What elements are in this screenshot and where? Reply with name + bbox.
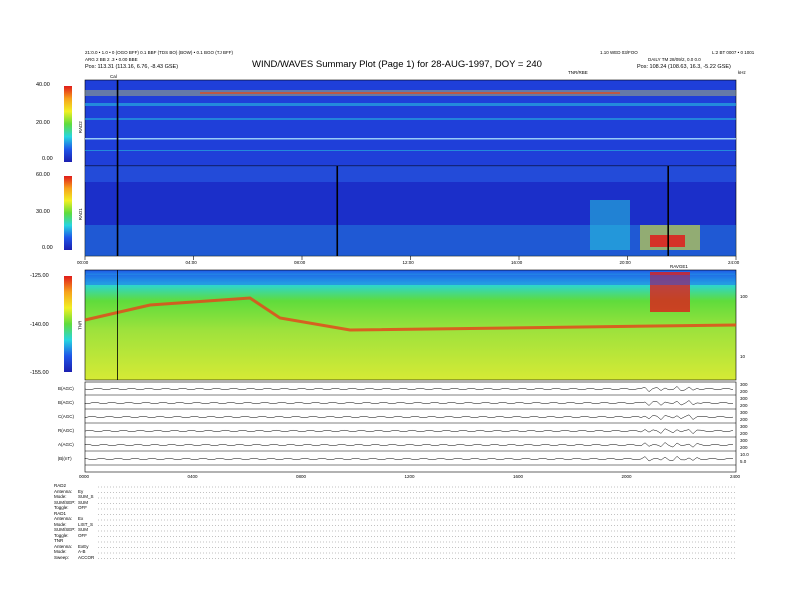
trace-stack — [84, 381, 737, 473]
trace-label: B(AGC) — [58, 400, 74, 405]
trace-label: C(AGC) — [58, 414, 74, 419]
footer-value: SUM — [78, 527, 88, 532]
bottom-time-tick-label: 2400 — [730, 474, 741, 479]
bottom-time-tick-label: 0800 — [296, 474, 307, 479]
footer-value: SUM_S — [78, 494, 94, 499]
trace-right-tick: 200 — [740, 417, 748, 422]
bottom-time-tick-label: 0000 — [79, 474, 90, 479]
footer-key: Mode: — [54, 549, 67, 554]
footer-value: Ex — [78, 516, 84, 521]
footer-value: OFF — [78, 505, 87, 510]
summary-plot — [84, 79, 737, 559]
footer-key: Mode: — [54, 494, 67, 499]
trace-right-tick: 200 — [740, 445, 748, 450]
trace-right-tick: 10.0 — [740, 452, 749, 457]
footer-key: Toggle: — [54, 505, 69, 510]
footer-value: OFF — [78, 532, 87, 538]
trace-right-tick: 5.0 — [740, 459, 747, 464]
rad1-panel — [84, 165, 737, 257]
bottom-time-tick-label: 2000 — [621, 474, 632, 479]
time-tick-label: 12:00 — [402, 260, 414, 265]
trace-label: |B|(nT) — [58, 456, 72, 461]
time-tick-label: 20:00 — [619, 260, 631, 265]
footer-dotted-lines — [98, 486, 736, 559]
time-tick-label: 00:00 — [77, 260, 89, 265]
trace-right-tick: 200 — [740, 431, 748, 436]
time-tick-label: 24:00 — [728, 260, 740, 265]
footer-key: SUM/SEP: — [54, 527, 76, 532]
trace-right-tick: 300 — [740, 410, 748, 415]
tnr-right-tick: 10 — [740, 354, 746, 359]
bottom-time-tick-label: 1600 — [513, 474, 524, 479]
rad2-panel — [84, 79, 737, 167]
trace-label: R(AGC) — [58, 428, 74, 433]
footer-key: TNR — [54, 538, 64, 543]
footer-key: RAD2 — [54, 483, 67, 488]
trace-label: A(AGC) — [58, 442, 74, 447]
trace-label: B(AGC) — [58, 386, 74, 391]
bottom-time-tick-label: 1200 — [404, 474, 415, 479]
trace-right-tick: 300 — [740, 424, 748, 429]
time-tick-label: 08:00 — [294, 260, 306, 265]
footer-value: A-B — [78, 549, 86, 554]
time-tick-label: 04:00 — [185, 260, 197, 265]
trace-right-tick: 200 — [740, 389, 748, 394]
time-tick-label: 16:00 — [511, 260, 523, 265]
trace-right-tick: 300 — [740, 382, 748, 387]
trace-right-tick: 200 — [740, 403, 748, 408]
footer-key: Sweep: — [54, 554, 70, 560]
footer-value: ACCOR — [78, 554, 95, 560]
bottom-time-tick-label: 0400 — [187, 474, 198, 479]
tnr-panel — [84, 269, 737, 381]
tnr-right-tick: 100 — [740, 294, 748, 299]
trace-right-tick: 300 — [740, 396, 748, 401]
trace-right-tick: 300 — [740, 438, 748, 443]
footer-key: Antenna: — [54, 516, 73, 521]
